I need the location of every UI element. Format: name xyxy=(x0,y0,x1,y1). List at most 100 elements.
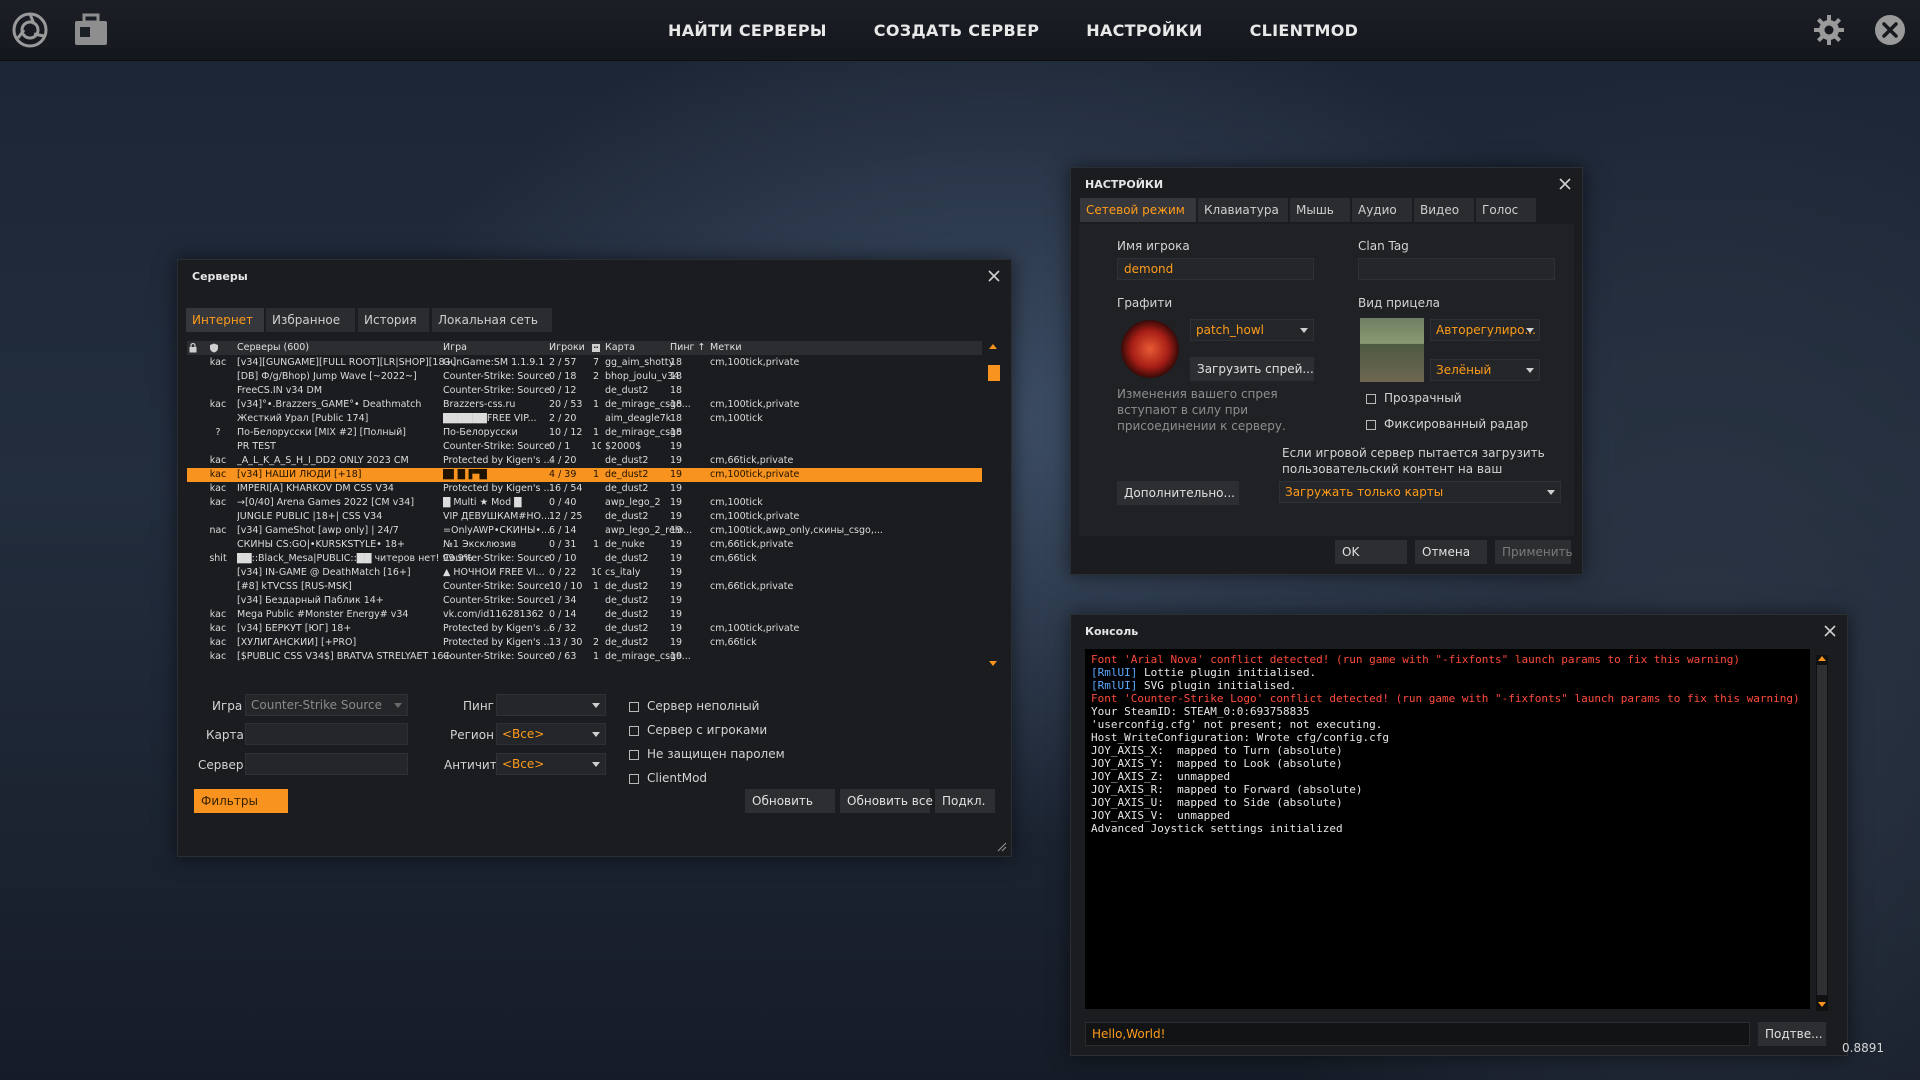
crosshair-style-select[interactable]: Авторегулиро... xyxy=(1430,319,1540,341)
server-row[interactable]: kac [$PUBLIC CSS V34$] BRATVA STRELYAET 1… xyxy=(187,650,982,664)
checkbox-has-players[interactable] xyxy=(629,726,639,736)
server-players-cell: 2 / 20 xyxy=(549,413,577,424)
column-tags[interactable]: Метки xyxy=(710,342,742,353)
filter-map-label: Карта xyxy=(206,728,244,742)
checkbox-transparent[interactable] xyxy=(1366,394,1376,404)
console-submit-button[interactable]: Подтве... xyxy=(1758,1022,1826,1046)
server-row[interactable]: [v34] IN-GAME @ DeathMatch [16+] ▲ НОЧНОЙ… xyxy=(187,566,982,580)
server-row[interactable]: kac IMPERI[A] KHARKOV DM CSS V34 Protected… xyxy=(187,482,982,496)
filter-region-select[interactable]: <Все> xyxy=(496,723,606,745)
server-row[interactable]: shit ██::Black_Mesa|PUBLIC::██ читеров не… xyxy=(187,552,982,566)
server-row[interactable]: [#8] kTVCSS [RUS-MSK] Counter-Strike: Sou… xyxy=(187,580,982,594)
tab-mouse[interactable]: Мышь xyxy=(1290,198,1350,222)
console-scroll-thumb[interactable] xyxy=(1817,665,1827,995)
tab-favorites[interactable]: Избранное xyxy=(266,308,355,332)
server-row[interactable]: JUNGLE PUBLIC |18+| CSS V34 VIP ДЕВУШКАМ#… xyxy=(187,510,982,524)
refresh-button[interactable]: Обновить xyxy=(745,789,835,813)
clan-tag-input[interactable] xyxy=(1358,258,1555,280)
scroll-down-arrow-icon[interactable] xyxy=(989,661,997,666)
column-game[interactable]: Игра xyxy=(443,342,467,353)
checkbox-not-full-label: Сервер неполный xyxy=(647,699,760,713)
shield-icon[interactable] xyxy=(209,343,219,353)
server-row[interactable]: Жесткий Урал [Public 174] ██████FREE VIP.… xyxy=(187,412,982,426)
clientmod-logo-icon[interactable] xyxy=(10,10,50,50)
server-row[interactable]: kac [v34] БЕРКУТ [ЮГ] 18+ Protected by Kig… xyxy=(187,622,982,636)
scroll-up-arrow-icon[interactable] xyxy=(1818,656,1826,661)
server-ping-cell: 19 xyxy=(670,497,683,508)
tab-network[interactable]: Сетевой режим xyxy=(1080,198,1196,222)
settings-close-icon[interactable] xyxy=(1558,177,1572,191)
tab-voice[interactable]: Голос xyxy=(1476,198,1536,222)
tab-lan[interactable]: Локальная сеть xyxy=(432,308,552,332)
crosshair-color-select[interactable]: Зелёный xyxy=(1430,359,1540,381)
server-players-cell: 12 / 25 xyxy=(549,511,583,522)
filter-region-value: <Все> xyxy=(502,727,545,741)
nav-create-server[interactable]: СОЗДАТЬ СЕРВЕР xyxy=(874,21,1039,40)
filter-map-input[interactable] xyxy=(245,723,408,745)
checkbox-no-password[interactable] xyxy=(629,750,639,760)
server-row[interactable]: [v34] Бездарный Паблик 14+ Counter-Strike… xyxy=(187,594,982,608)
filter-anticheat-select[interactable]: <Все> xyxy=(496,753,606,775)
filters-button[interactable]: Фильтры xyxy=(194,789,288,813)
server-row[interactable]: nac [v34] GameShot [awp only] | 24/7 =Only… xyxy=(187,524,982,538)
upload-spray-button[interactable]: Загрузить спрей... xyxy=(1190,357,1314,381)
connect-button[interactable]: Подкл. xyxy=(935,789,995,813)
server-row[interactable]: kac [v34]°•.Brazzers_GAME°• Deathmatch Bra… xyxy=(187,398,982,412)
server-row[interactable]: kac →[0/40] Arena Games 2022 [CM v34] █ Mu… xyxy=(187,496,982,510)
scroll-down-arrow-icon[interactable] xyxy=(1818,1002,1826,1007)
apply-button[interactable]: Применить xyxy=(1495,540,1573,564)
server-row[interactable]: kac Mega Public #Monster Energy# v34 vk.co… xyxy=(187,608,982,622)
server-row[interactable]: СКИНЫ CS:GO|•KURSKSTYLE• 18+ №1 Эксклюзив… xyxy=(187,538,982,552)
refresh-all-button[interactable]: Обновить все xyxy=(840,789,933,813)
gear-icon[interactable] xyxy=(1813,14,1845,46)
filter-game-select[interactable]: Counter-Strike Source xyxy=(245,694,408,716)
server-row[interactable]: FreeCS.IN v34 DM Counter-Strike: Source 0 … xyxy=(187,384,982,398)
column-map[interactable]: Карта xyxy=(605,342,635,353)
close-icon[interactable] xyxy=(1874,14,1906,46)
filter-server-input[interactable] xyxy=(245,753,408,775)
server-row[interactable]: ? По-Белорусски [MIX #2] [Полный] По-Белор… xyxy=(187,426,982,440)
server-game-cell: █▌█▐▀█ xyxy=(443,469,487,480)
ok-button[interactable]: OK xyxy=(1335,540,1407,564)
nav-settings[interactable]: НАСТРОЙКИ xyxy=(1086,21,1202,40)
server-row[interactable]: kac [v34][GUNGAME][FULL ROOT][LR|SHOP][18… xyxy=(187,356,982,370)
resize-grip-icon[interactable] xyxy=(997,842,1007,852)
content-download-select[interactable]: Загружать только карты xyxy=(1279,481,1561,503)
filter-ping-select[interactable] xyxy=(496,694,606,716)
nav-find-servers[interactable]: НАЙТИ СЕРВЕРЫ xyxy=(668,21,827,40)
server-row[interactable]: kac [v34] НАШИ ЛЮДИ [+18] █▌█▐▀█ 4 / 39 1 de_… xyxy=(187,468,982,482)
advanced-button[interactable]: Дополнительно... xyxy=(1117,481,1239,505)
server-game-cell: Counter-Strike: Source xyxy=(443,371,550,382)
console-input[interactable]: Hello,World! xyxy=(1085,1022,1750,1046)
tab-keyboard[interactable]: Клавиатура xyxy=(1198,198,1288,222)
tab-video[interactable]: Видео xyxy=(1414,198,1474,222)
server-row[interactable]: kac [ХУЛИГАНСКИЙ] [+PRO] Protected by Kige… xyxy=(187,636,982,650)
scroll-up-arrow-icon[interactable] xyxy=(989,344,997,349)
server-players-cell: 1 / 34 xyxy=(549,595,577,606)
server-row[interactable]: [DB] Ф/g/Bhop) Jump Wave [~2022~] Counter… xyxy=(187,370,982,384)
graffiti-select[interactable]: patch_howl xyxy=(1190,319,1314,341)
server-anticheat-cell: nac xyxy=(209,525,227,536)
server-list-scrollbar[interactable] xyxy=(986,341,1000,671)
server-row[interactable]: kac _A_L_K_A_S_H_I_DD2 ONLY 2023 CM Protec… xyxy=(187,454,982,468)
player-name-input[interactable]: demond xyxy=(1117,258,1314,280)
column-servers[interactable]: Серверы (600) xyxy=(237,342,309,353)
nav-clientmod[interactable]: CLIENTMOD xyxy=(1250,21,1359,40)
server-row[interactable]: PR TEST Counter-Strike: Source 0 / 1 10 $200… xyxy=(187,440,982,454)
cancel-button[interactable]: Отмена xyxy=(1415,540,1487,564)
tab-internet[interactable]: Интернет xyxy=(186,308,264,332)
tab-audio[interactable]: Аудио xyxy=(1352,198,1412,222)
tab-history[interactable]: История xyxy=(358,308,429,332)
bots-icon[interactable] xyxy=(591,343,601,353)
console-close-icon[interactable] xyxy=(1823,624,1837,638)
checkbox-fixed-radar[interactable] xyxy=(1366,420,1376,430)
inventory-case-icon[interactable] xyxy=(72,12,110,48)
servers-close-icon[interactable] xyxy=(987,269,1001,283)
checkbox-clientmod[interactable] xyxy=(629,774,639,784)
lock-icon[interactable] xyxy=(189,343,197,353)
column-players[interactable]: Игроки xyxy=(549,342,585,353)
checkbox-not-full[interactable] xyxy=(629,702,639,712)
scroll-thumb[interactable] xyxy=(988,365,1000,381)
console-scrollbar[interactable] xyxy=(1816,655,1828,1011)
column-ping[interactable]: Пинг ↑ xyxy=(670,342,706,353)
